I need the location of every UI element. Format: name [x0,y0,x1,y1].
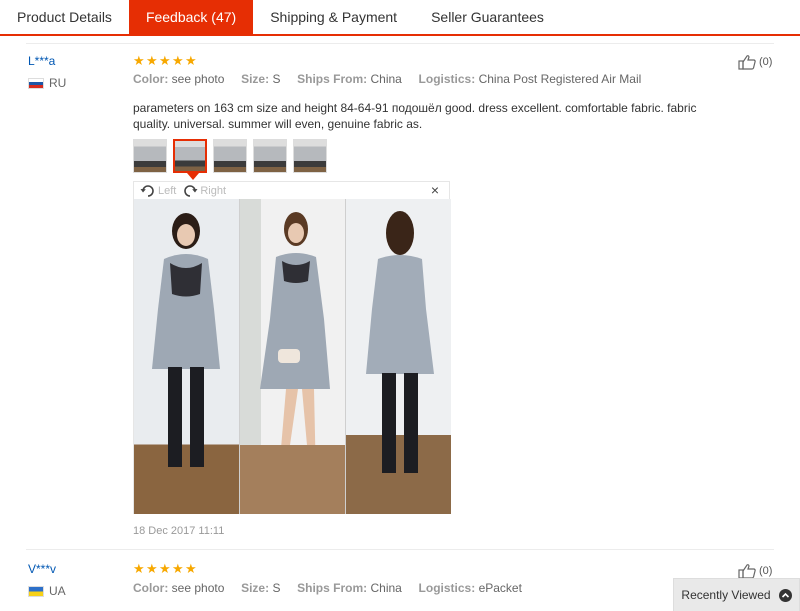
star-icon: ★ [133,561,145,576]
star-icon: ★ [159,561,171,576]
photo-panel [134,199,240,514]
photo-panel [240,199,346,514]
tab-bar: Product Details Feedback (47) Shipping &… [0,0,800,36]
logistics-value: ePacket [478,581,522,595]
country-code: UA [49,584,66,598]
country-code: RU [49,76,67,90]
tab-feedback[interactable]: Feedback (47) [128,0,254,34]
helpful-count: (0) [759,56,773,68]
rotate-right-icon [184,184,198,197]
rotate-left-button[interactable]: Left [140,184,176,198]
photo-viewer-toolbar: Left Right × [134,182,449,199]
ships-from-value: China [370,72,402,86]
color-value: see photo [171,581,225,595]
tab-seller-guarantees[interactable]: Seller Guarantees [414,0,561,34]
photo-thumbnail-selected[interactable] [173,139,207,180]
ships-from-label: Ships From: [297,581,368,595]
thumbs-up-icon[interactable] [738,563,756,579]
photo-panel [346,199,451,514]
flag-ua-icon [28,585,44,597]
tab-shipping-payment[interactable]: Shipping & Payment [253,0,414,34]
review-date: 18 Dec 2017 11:11 [133,525,225,537]
star-icon: ★ [159,53,171,68]
color-label: Color: [133,581,169,595]
photo-thumbnail[interactable] [133,139,167,173]
reviewer-name[interactable]: V***v [28,562,56,576]
order-info: Color: see photo Size: S Ships From: Chi… [133,72,641,86]
ships-from-label: Ships From: [297,72,368,86]
rotate-left-label: Left [158,184,177,197]
flag-ru-icon [28,77,44,89]
ships-from-value: China [370,581,402,595]
star-icon: ★ [172,561,184,576]
close-icon[interactable]: × [431,182,439,198]
star-rating: ★ ★ ★ ★ ★ [133,561,197,576]
helpful-button[interactable]: (0) [738,54,772,70]
star-icon: ★ [172,53,184,68]
photo-thumbnails [133,139,327,180]
tab-product-details[interactable]: Product Details [0,0,129,34]
order-info: Color: see photo Size: S Ships From: Chi… [133,581,522,595]
recently-viewed-button[interactable]: Recently Viewed [673,578,800,611]
chevron-up-icon [778,588,792,602]
rotate-right-label: Right [200,184,227,197]
photo-viewer: Left Right × [133,181,451,514]
logistics-label: Logistics: [418,581,476,595]
rotate-left-icon [140,184,154,197]
divider [26,43,774,44]
size-label: Size: [241,72,270,86]
reviewer-country: RU [28,76,66,90]
thumbs-up-icon[interactable] [738,54,756,70]
size-value: S [272,72,281,86]
rotate-right-button[interactable]: Right [182,184,226,198]
size-label: Size: [241,581,270,595]
star-icon: ★ [185,53,197,68]
helpful-count: (0) [759,565,773,577]
reviewer-name[interactable]: L***a [28,54,55,68]
star-icon: ★ [146,53,158,68]
size-value: S [272,581,281,595]
reviewer-country: UA [28,584,66,598]
recently-viewed-label: Recently Viewed [681,588,771,602]
photo-thumbnail[interactable] [293,139,327,173]
photo-thumbnail[interactable] [253,139,287,173]
logistics-value: China Post Registered Air Mail [478,72,642,86]
logistics-label: Logistics: [418,72,476,86]
star-rating: ★ ★ ★ ★ ★ [133,53,197,68]
color-value: see photo [171,72,225,86]
photo-thumbnail[interactable] [213,139,247,173]
review-divider [26,549,774,550]
star-icon: ★ [146,561,158,576]
review-photo [134,199,451,514]
star-icon: ★ [133,53,145,68]
review-text: parameters on 163 cm size and height 84-… [133,101,697,131]
helpful-button[interactable]: (0) [738,563,772,579]
color-label: Color: [133,72,169,86]
star-icon: ★ [185,561,197,576]
